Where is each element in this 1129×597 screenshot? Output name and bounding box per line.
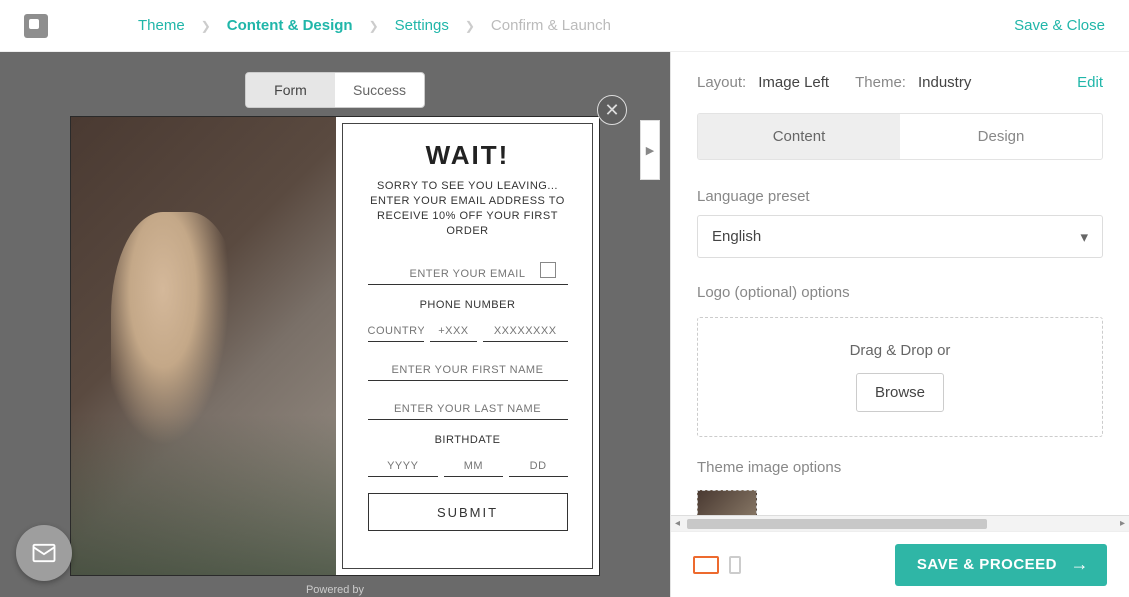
popup-preview: ✕ WAIT! SORRY TO SEE YOU LEAVING... ENTE… (70, 116, 600, 576)
theme-label: Theme: (855, 74, 906, 91)
theme-image-thumb[interactable] (697, 490, 757, 515)
tab-form[interactable]: Form (246, 73, 335, 107)
panel-header: Layout: Image Left Theme: Industry Edit (671, 52, 1129, 113)
email-input[interactable] (368, 264, 568, 285)
preview-pane: Form Success ✕ WAIT! SORRY TO SEE YOU LE… (0, 52, 670, 597)
country-select[interactable] (368, 321, 424, 342)
tab-success[interactable]: Success (335, 73, 424, 107)
crumb-content-design[interactable]: Content & Design (227, 17, 353, 34)
phone-input[interactable] (483, 321, 568, 342)
tab-content[interactable]: Content (698, 114, 900, 159)
chevron-right-icon: ❯ (369, 19, 379, 33)
last-name-input[interactable] (368, 399, 568, 420)
chevron-right-icon: ❯ (201, 19, 211, 33)
workspace: Form Success ✕ WAIT! SORRY TO SEE YOU LE… (0, 52, 1129, 597)
mail-icon (30, 539, 58, 567)
popup-form: WAIT! SORRY TO SEE YOU LEAVING... ENTER … (342, 123, 593, 569)
theme-image-label: Theme image options (697, 459, 1103, 476)
powered-by: Powered by (306, 584, 364, 596)
support-fab[interactable] (16, 525, 72, 581)
breadcrumb: Theme ❯ Content & Design ❯ Settings ❯ Co… (138, 17, 611, 34)
close-icon[interactable]: ✕ (597, 95, 627, 125)
settings-panel: Layout: Image Left Theme: Industry Edit … (670, 52, 1129, 597)
theme-value: Industry (918, 74, 971, 91)
brand-logo-icon[interactable] (24, 14, 48, 38)
chevron-right-icon: ❯ (465, 19, 475, 33)
phone-label: PHONE NUMBER (368, 299, 568, 311)
popup-title: WAIT! (426, 140, 510, 171)
preview-state-tabs: Form Success (245, 72, 425, 108)
language-preset-label: Language preset (697, 188, 1103, 205)
logo-dropzone[interactable]: Drag & Drop or Browse (697, 317, 1103, 437)
logo-options-label: Logo (optional) options (697, 284, 1103, 301)
year-input[interactable] (368, 456, 439, 477)
edit-link[interactable]: Edit (1077, 74, 1103, 91)
save-proceed-button[interactable]: SAVE & PROCEED (895, 544, 1107, 586)
mobile-preview-icon[interactable] (729, 556, 741, 574)
popup-image (71, 117, 336, 575)
contact-icon (540, 262, 556, 278)
top-bar: Theme ❯ Content & Design ❯ Settings ❯ Co… (0, 0, 1129, 52)
birthdate-label: BIRTHDATE (368, 434, 568, 446)
panel-tabs: Content Design (697, 113, 1103, 160)
crumb-confirm: Confirm & Launch (491, 17, 611, 34)
first-name-input[interactable] (368, 360, 568, 381)
browse-button[interactable]: Browse (856, 373, 944, 412)
tab-design[interactable]: Design (900, 114, 1102, 159)
dial-code-input[interactable] (430, 321, 477, 342)
language-select[interactable]: English (697, 215, 1103, 258)
layout-label: Layout: (697, 74, 746, 91)
month-input[interactable] (444, 456, 503, 477)
horizontal-scrollbar[interactable] (671, 515, 1129, 531)
submit-button[interactable]: SUBMIT (368, 493, 568, 531)
drop-text: Drag & Drop or (850, 342, 951, 359)
desktop-preview-icon[interactable] (693, 556, 719, 574)
day-input[interactable] (509, 456, 568, 477)
crumb-theme[interactable]: Theme (138, 17, 185, 34)
save-close-link[interactable]: Save & Close (1014, 17, 1105, 34)
collapse-panel-icon[interactable]: ▶ (640, 120, 660, 180)
popup-subtitle: SORRY TO SEE YOU LEAVING... ENTER YOUR E… (363, 179, 573, 238)
crumb-settings[interactable]: Settings (395, 17, 449, 34)
layout-value: Image Left (758, 74, 829, 91)
panel-footer: SAVE & PROCEED (671, 531, 1129, 597)
